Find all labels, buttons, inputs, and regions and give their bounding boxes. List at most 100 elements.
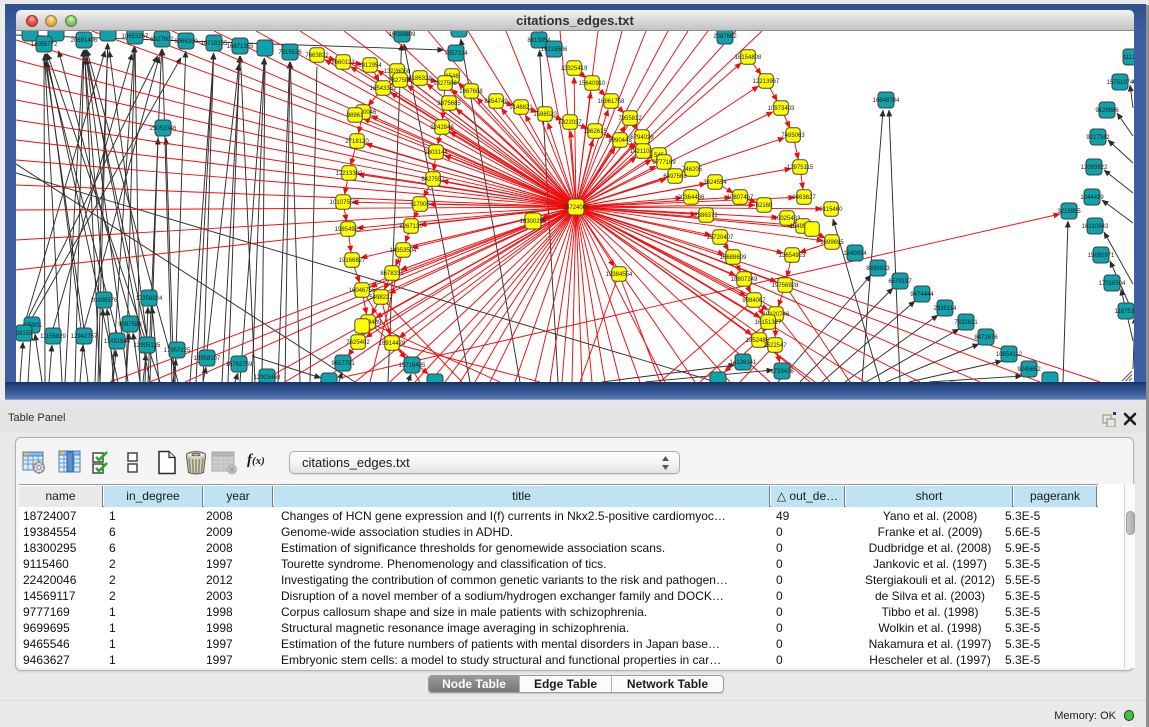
svg-text:2867608: 2867608: [459, 89, 483, 95]
svg-text:10719155: 10719155: [201, 41, 228, 47]
svg-text:9327508: 9327508: [433, 81, 457, 87]
svg-text:62160: 62160: [756, 203, 773, 209]
svg-text:5498222: 5498222: [369, 295, 393, 301]
svg-text:11122: 11122: [1123, 55, 1134, 61]
svg-text:16961758: 16961758: [598, 99, 625, 105]
svg-text:1733426: 1733426: [770, 369, 794, 375]
svg-text:9699695: 9699695: [820, 240, 844, 246]
svg-text:14055772: 14055772: [31, 42, 58, 48]
svg-text:10807467: 10807467: [727, 195, 754, 201]
svg-text:2803144: 2803144: [424, 150, 448, 156]
svg-text:8186328: 8186328: [408, 76, 432, 82]
svg-text:746206: 746206: [682, 167, 703, 173]
svg-text:39159: 39159: [16, 331, 33, 337]
svg-text:9245652: 9245652: [1017, 367, 1041, 373]
svg-text:19384554: 19384554: [606, 272, 633, 278]
svg-text:15692971: 15692971: [1088, 253, 1115, 259]
svg-text:7632621: 7632621: [954, 320, 978, 326]
svg-text:8471676: 8471676: [974, 335, 998, 341]
svg-text:8990448: 8990448: [608, 138, 632, 144]
svg-text:8267130: 8267130: [399, 224, 423, 230]
svg-text:16210643: 16210643: [1082, 224, 1109, 230]
svg-text:13654923: 13654923: [779, 253, 806, 259]
svg-text:9227342: 9227342: [1086, 135, 1110, 141]
svg-text:2935114: 2935114: [934, 306, 958, 312]
svg-text:12213967: 12213967: [753, 79, 780, 85]
svg-text:12923468: 12923468: [254, 375, 281, 381]
svg-text:11156829: 11156829: [40, 334, 66, 340]
svg-text:7485063: 7485063: [781, 133, 805, 139]
svg-text:9657791: 9657791: [331, 361, 355, 367]
svg-text:10688609: 10688609: [720, 255, 747, 261]
svg-text:8322037: 8322037: [558, 120, 582, 126]
svg-text:1588520: 1588520: [533, 112, 557, 118]
svg-text:16154808: 16154808: [735, 55, 762, 61]
svg-text:6579197: 6579197: [888, 279, 912, 285]
svg-text:16151327: 16151327: [755, 320, 782, 326]
svg-text:9097588: 9097588: [118, 322, 142, 328]
svg-text:16782759: 16782759: [226, 362, 253, 368]
svg-text:117006: 117006: [410, 202, 430, 208]
svg-text:15716485: 15716485: [399, 363, 426, 369]
svg-text:18724007: 18724007: [563, 205, 590, 211]
svg-text:7357224: 7357224: [444, 51, 468, 57]
svg-text:7515526: 7515526: [278, 50, 302, 56]
svg-text:7955812: 7955812: [618, 116, 642, 122]
svg-text:9129966: 9129966: [1095, 108, 1119, 114]
svg-text:1244419: 1244419: [1080, 195, 1104, 201]
svg-text:98961: 98961: [347, 113, 364, 119]
svg-text:9474444: 9474444: [910, 292, 934, 298]
svg-text:6966160: 6966160: [174, 39, 198, 45]
svg-text:1640934: 1640934: [843, 251, 867, 257]
svg-text:17016504: 17016504: [1099, 281, 1126, 287]
svg-text:10973493: 10973493: [768, 106, 795, 112]
svg-text:9242848: 9242848: [430, 125, 454, 131]
svg-text:8938923: 8938923: [866, 266, 890, 272]
svg-text:20206576: 20206576: [91, 298, 118, 304]
svg-text:19854923: 19854923: [335, 227, 362, 233]
svg-text:2718120: 2718120: [345, 139, 369, 145]
svg-text:3215955: 3215955: [1057, 209, 1081, 215]
svg-text:19166827: 19166827: [339, 258, 366, 264]
svg-text:1527602: 1527602: [150, 37, 174, 43]
svg-text:7386372: 7386372: [694, 213, 718, 219]
svg-text:12905135: 12905135: [134, 343, 161, 349]
svg-text:1362615: 1362615: [583, 129, 607, 135]
svg-text:16648784: 16648784: [873, 98, 900, 104]
svg-text:19218506: 19218506: [541, 47, 568, 53]
svg-text:8427552: 8427552: [421, 177, 445, 183]
svg-text:6497568: 6497568: [663, 174, 687, 180]
svg-text:2522547: 2522547: [763, 343, 787, 349]
svg-text:16543382: 16543382: [370, 86, 397, 92]
svg-text:7663822: 7663822: [305, 53, 329, 59]
svg-text:12975115: 12975115: [787, 165, 814, 171]
svg-text:12213382: 12213382: [336, 171, 363, 177]
svg-text:8678332: 8678332: [380, 271, 404, 277]
svg-text:11451944: 11451944: [104, 339, 131, 345]
svg-text:7625402: 7625402: [346, 340, 370, 346]
svg-text:10958107: 10958107: [194, 356, 221, 362]
svg-text:14136141: 14136141: [730, 360, 757, 366]
svg-text:25053346: 25053346: [150, 126, 177, 132]
svg-text:16914479: 16914479: [379, 341, 406, 347]
svg-text:19756928: 19756928: [772, 283, 799, 289]
svg-text:20364436: 20364436: [678, 195, 705, 201]
svg-text:17359924: 17359924: [136, 296, 163, 302]
svg-text:1167533: 1167533: [1115, 309, 1134, 315]
svg-text:13325419: 13325419: [561, 66, 588, 72]
svg-text:15720407: 15720407: [707, 235, 734, 241]
svg-text:8454749: 8454749: [484, 99, 508, 105]
svg-text:15751074: 15751074: [1107, 80, 1134, 86]
svg-text:18807249: 18807249: [731, 277, 758, 283]
svg-text:15640910: 15640910: [579, 81, 606, 87]
svg-text:9084067: 9084067: [742, 298, 766, 304]
svg-text:3624554: 3624554: [703, 180, 727, 186]
svg-text:9463627: 9463627: [792, 195, 816, 201]
svg-text:10654112: 10654112: [996, 352, 1023, 358]
svg-text:17957225: 17957225: [164, 348, 191, 354]
svg-text:6794028: 6794028: [630, 135, 654, 141]
svg-text:10653267: 10653267: [122, 34, 149, 40]
svg-text:20691406: 20691406: [71, 38, 98, 44]
svg-text:16033809: 16033809: [389, 32, 416, 38]
svg-text:12093822: 12093822: [1081, 165, 1108, 171]
